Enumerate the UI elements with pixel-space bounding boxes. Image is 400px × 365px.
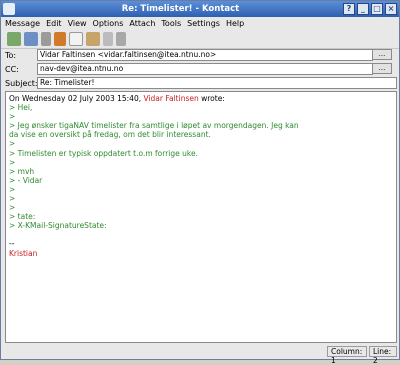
minimize-icon[interactable]: _ <box>357 3 369 15</box>
attach-icon[interactable] <box>41 32 51 46</box>
quoted-line: da vise en oversikt på fredag, om det bl… <box>9 130 211 140</box>
signature-separator: -- <box>9 239 15 249</box>
paste-icon[interactable] <box>86 32 100 46</box>
message-body-editor[interactable]: On Wednesday 02 July 2003 15:40, Vidar F… <box>5 91 397 343</box>
quoted-line: > <box>9 203 16 213</box>
copy-icon[interactable] <box>69 32 83 46</box>
quote-intro-suffix: wrote: <box>198 94 225 103</box>
quote-intro-name: Vidar Faltinsen <box>143 94 199 103</box>
subject-field[interactable]: Re: Timelister! <box>37 77 397 89</box>
menu-view[interactable]: View <box>68 19 87 28</box>
help-icon[interactable]: ? <box>343 3 355 15</box>
quote-intro-prefix: On Wednesday 02 July 2003 15:40, <box>9 94 144 103</box>
quoted-line: > Jeg ønsker tigaNAV timelister fra samt… <box>9 121 299 131</box>
to-label: To: <box>5 50 17 60</box>
cc-field[interactable]: nav-dev@itea.ntnu.no <box>37 63 373 75</box>
queue-icon[interactable] <box>24 32 38 46</box>
window-title: Re: Timelister! - Kontact <box>121 4 240 14</box>
status-line: Line: 2 <box>369 346 397 365</box>
quoted-line: > - Vidar <box>9 175 43 185</box>
to-field[interactable]: Vidar Faltinsen <vidar.faltinsen@itea.nt… <box>37 49 373 61</box>
status-column: Column: 1 <box>327 346 367 365</box>
quoted-line: > <box>9 194 16 204</box>
toolbar <box>1 30 399 49</box>
status-bar: Column: 1 Line: 2 <box>1 343 399 365</box>
quoted-line: > X-KMail-SignatureState: <box>9 221 107 231</box>
menu-edit[interactable]: Edit <box>46 19 62 28</box>
quoted-line: > <box>9 184 16 194</box>
spellcheck-icon[interactable] <box>103 32 113 46</box>
cc-label: CC: <box>5 64 19 74</box>
cc-address-picker-button[interactable]: ... <box>372 63 392 74</box>
quoted-line: > <box>9 157 16 167</box>
cut-icon[interactable] <box>54 32 66 46</box>
menu-attach[interactable]: Attach <box>129 19 155 28</box>
subject-label: Subject: <box>5 78 38 88</box>
menu-tools[interactable]: Tools <box>161 19 181 28</box>
clear-icon[interactable] <box>116 32 126 46</box>
quote-intro: On Wednesday 02 July 2003 15:40, Vidar F… <box>9 94 393 103</box>
menu-options[interactable]: Options <box>93 19 124 28</box>
title-bar[interactable]: Re: Timelister! - Kontact ? _ □ × <box>1 1 399 17</box>
quoted-line: > Hei, <box>9 103 33 113</box>
send-icon[interactable] <box>7 32 21 46</box>
quoted-line: > tate: <box>9 212 36 222</box>
menu-settings[interactable]: Settings <box>187 19 220 28</box>
signature-name: Kristian <box>9 248 38 258</box>
maximize-icon[interactable]: □ <box>371 3 383 15</box>
composer-window: Re: Timelister! - Kontact ? _ □ × Messag… <box>0 0 400 365</box>
quoted-line: > mvh <box>9 166 35 176</box>
menu-message[interactable]: Message <box>5 19 40 28</box>
to-address-picker-button[interactable]: ... <box>372 49 392 60</box>
menu-help[interactable]: Help <box>226 19 244 28</box>
quoted-line: > <box>9 139 16 149</box>
quoted-line: > Timelisten er typisk oppdatert t.o.m f… <box>9 148 198 158</box>
quoted-line: > <box>9 112 16 122</box>
menu-bar: Message Edit View Options Attach Tools S… <box>1 17 399 30</box>
close-icon[interactable]: × <box>385 3 397 15</box>
kontact-app-icon[interactable] <box>3 3 15 15</box>
